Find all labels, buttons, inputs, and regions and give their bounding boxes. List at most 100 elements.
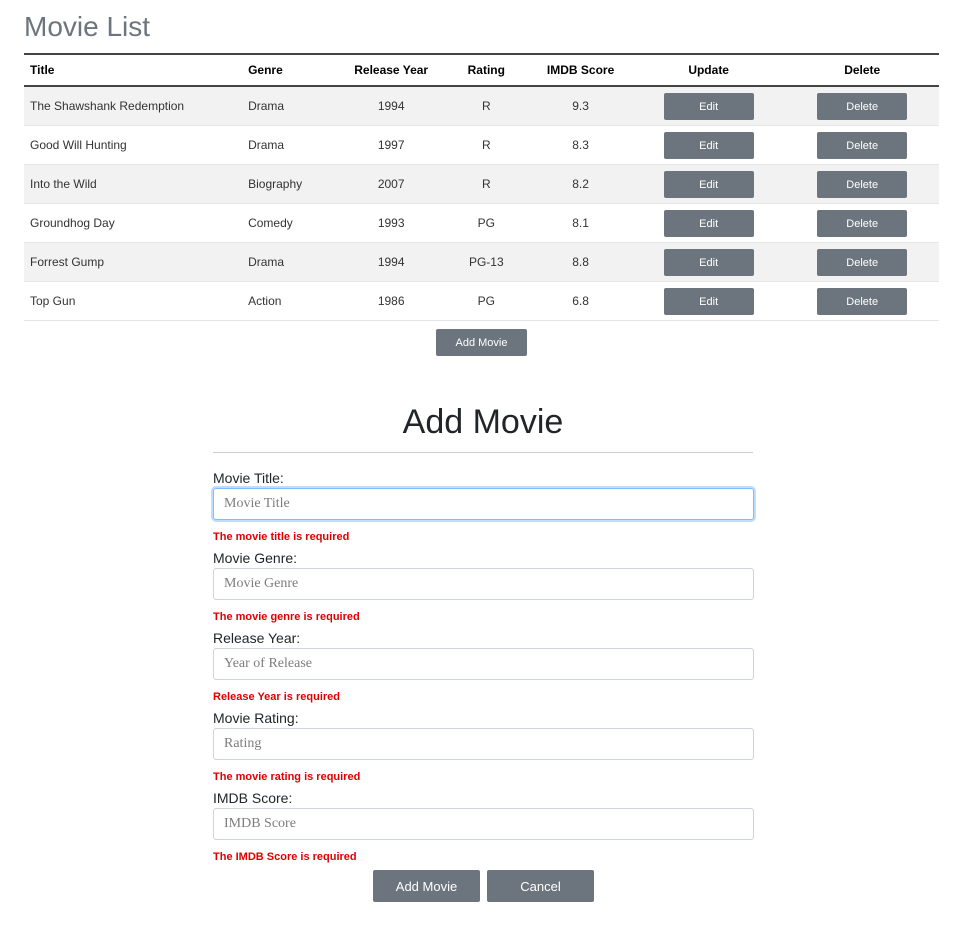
movie-year-cell: 1994 — [339, 86, 444, 126]
movie-rating-error: The movie rating is required — [213, 771, 361, 783]
column-header-title: Title — [24, 53, 235, 87]
movie-rating-cell: R — [443, 125, 530, 165]
delete-button[interactable]: Delete — [817, 131, 908, 159]
column-header-genre: Genre — [234, 53, 340, 87]
movie-genre-cell: Drama — [234, 86, 340, 126]
movie-genre-input[interactable] — [213, 568, 754, 600]
movie-table-body: The Shawshank Redemption Drama 1994 R 9.… — [24, 86, 939, 321]
delete-button[interactable]: Delete — [817, 209, 908, 237]
update-cell: Edit — [631, 281, 786, 321]
movie-table-header: Title Genre Release Year Rating IMDB Sco… — [24, 53, 939, 87]
edit-button[interactable]: Edit — [663, 170, 754, 198]
movie-rating-input[interactable] — [213, 728, 754, 760]
movie-year-cell: 1986 — [339, 281, 444, 321]
movie-genre-label: Movie Genre: — [213, 550, 298, 566]
add-movie-form: Movie Title: The movie title is required… — [213, 468, 754, 868]
movie-title-cell: Into the Wild — [24, 164, 235, 204]
edit-button[interactable]: Edit — [663, 92, 754, 120]
movie-score-cell: 6.8 — [529, 281, 632, 321]
movie-genre-cell: Comedy — [234, 203, 340, 243]
page-title: Movie List — [24, 11, 151, 42]
edit-button[interactable]: Edit — [663, 287, 754, 315]
movie-title-cell: Groundhog Day — [24, 203, 235, 243]
imdb-score-error: The IMDB Score is required — [213, 851, 357, 863]
imdb-score-group: IMDB Score: The IMDB Score is required — [213, 788, 754, 868]
movie-title-cell: Forrest Gump — [24, 242, 235, 282]
delete-cell: Delete — [785, 164, 939, 204]
movie-score-cell: 8.3 — [529, 125, 632, 165]
column-header-delete: Delete — [785, 53, 939, 87]
movie-rating-cell: PG — [443, 281, 530, 321]
imdb-score-label: IMDB Score: — [213, 790, 293, 806]
table-row: Good Will Hunting Drama 1997 R 8.3 Edit … — [24, 125, 939, 165]
movie-genre-group: Movie Genre: The movie genre is required — [213, 548, 754, 628]
movie-score-cell: 8.8 — [529, 242, 632, 282]
movie-score-cell: 8.1 — [529, 203, 632, 243]
delete-cell: Delete — [785, 86, 939, 126]
movie-title-cell: The Shawshank Redemption — [24, 86, 235, 126]
release-year-group: Release Year: Release Year is required — [213, 628, 754, 708]
movie-genre-cell: Drama — [234, 125, 340, 165]
movie-app-page: Movie List Title Genre Release Year Rati… — [0, 0, 976, 950]
delete-cell: Delete — [785, 125, 939, 165]
edit-button[interactable]: Edit — [663, 209, 754, 237]
movie-title-label: Movie Title: — [213, 470, 284, 486]
delete-cell: Delete — [785, 281, 939, 321]
movie-title-cell: Good Will Hunting — [24, 125, 235, 165]
column-header-rating: Rating — [443, 53, 530, 87]
edit-button[interactable]: Edit — [663, 131, 754, 159]
movie-title-cell: Top Gun — [24, 281, 235, 321]
form-divider — [213, 452, 753, 453]
movie-year-cell: 1997 — [339, 125, 444, 165]
update-cell: Edit — [631, 86, 786, 126]
delete-cell: Delete — [785, 203, 939, 243]
movie-rating-group: Movie Rating: The movie rating is requir… — [213, 708, 754, 788]
movie-year-cell: 1993 — [339, 203, 444, 243]
delete-button[interactable]: Delete — [817, 287, 908, 315]
movie-genre-cell: Biography — [234, 164, 340, 204]
table-row: Groundhog Day Comedy 1993 PG 8.1 Edit De… — [24, 203, 939, 243]
table-row: The Shawshank Redemption Drama 1994 R 9.… — [24, 86, 939, 126]
movie-rating-cell: R — [443, 164, 530, 204]
release-year-input[interactable] — [213, 648, 754, 680]
movie-table: Title Genre Release Year Rating IMDB Sco… — [24, 53, 939, 321]
form-heading: Add Movie — [402, 403, 564, 441]
release-year-label: Release Year: — [213, 630, 301, 646]
movie-genre-cell: Drama — [234, 242, 340, 282]
movie-title-input[interactable] — [213, 488, 754, 520]
cancel-button[interactable]: Cancel — [487, 870, 594, 902]
column-header-update: Update — [631, 53, 786, 87]
edit-button[interactable]: Edit — [663, 248, 754, 276]
column-header-imdb-score: IMDB Score — [529, 53, 632, 87]
movie-rating-cell: R — [443, 86, 530, 126]
submit-add-movie-button[interactable]: Add Movie — [373, 870, 480, 902]
table-row: Forrest Gump Drama 1994 PG-13 8.8 Edit D… — [24, 242, 939, 282]
update-cell: Edit — [631, 242, 786, 282]
imdb-score-input[interactable] — [213, 808, 754, 840]
table-row: Into the Wild Biography 2007 R 8.2 Edit … — [24, 164, 939, 204]
movie-genre-error: The movie genre is required — [213, 611, 360, 623]
update-cell: Edit — [631, 203, 786, 243]
movie-score-cell: 9.3 — [529, 86, 632, 126]
movie-rating-cell: PG — [443, 203, 530, 243]
movie-score-cell: 8.2 — [529, 164, 632, 204]
form-actions: Add Movie Cancel — [373, 870, 594, 902]
movie-rating-cell: PG-13 — [443, 242, 530, 282]
movie-genre-cell: Action — [234, 281, 340, 321]
movie-title-error: The movie title is required — [213, 531, 350, 543]
delete-cell: Delete — [785, 242, 939, 282]
table-row: Top Gun Action 1986 PG 6.8 Edit Delete — [24, 281, 939, 321]
delete-button[interactable]: Delete — [817, 92, 908, 120]
movie-rating-label: Movie Rating: — [213, 710, 299, 726]
release-year-error: Release Year is required — [213, 691, 340, 703]
header-row: Title Genre Release Year Rating IMDB Sco… — [24, 53, 939, 87]
delete-button[interactable]: Delete — [817, 248, 908, 276]
column-header-release-year: Release Year — [339, 53, 444, 87]
movie-year-cell: 1994 — [339, 242, 444, 282]
add-movie-button[interactable]: Add Movie — [436, 329, 527, 356]
update-cell: Edit — [631, 125, 786, 165]
update-cell: Edit — [631, 164, 786, 204]
movie-year-cell: 2007 — [339, 164, 444, 204]
movie-title-group: Movie Title: The movie title is required — [213, 468, 754, 548]
delete-button[interactable]: Delete — [817, 170, 908, 198]
